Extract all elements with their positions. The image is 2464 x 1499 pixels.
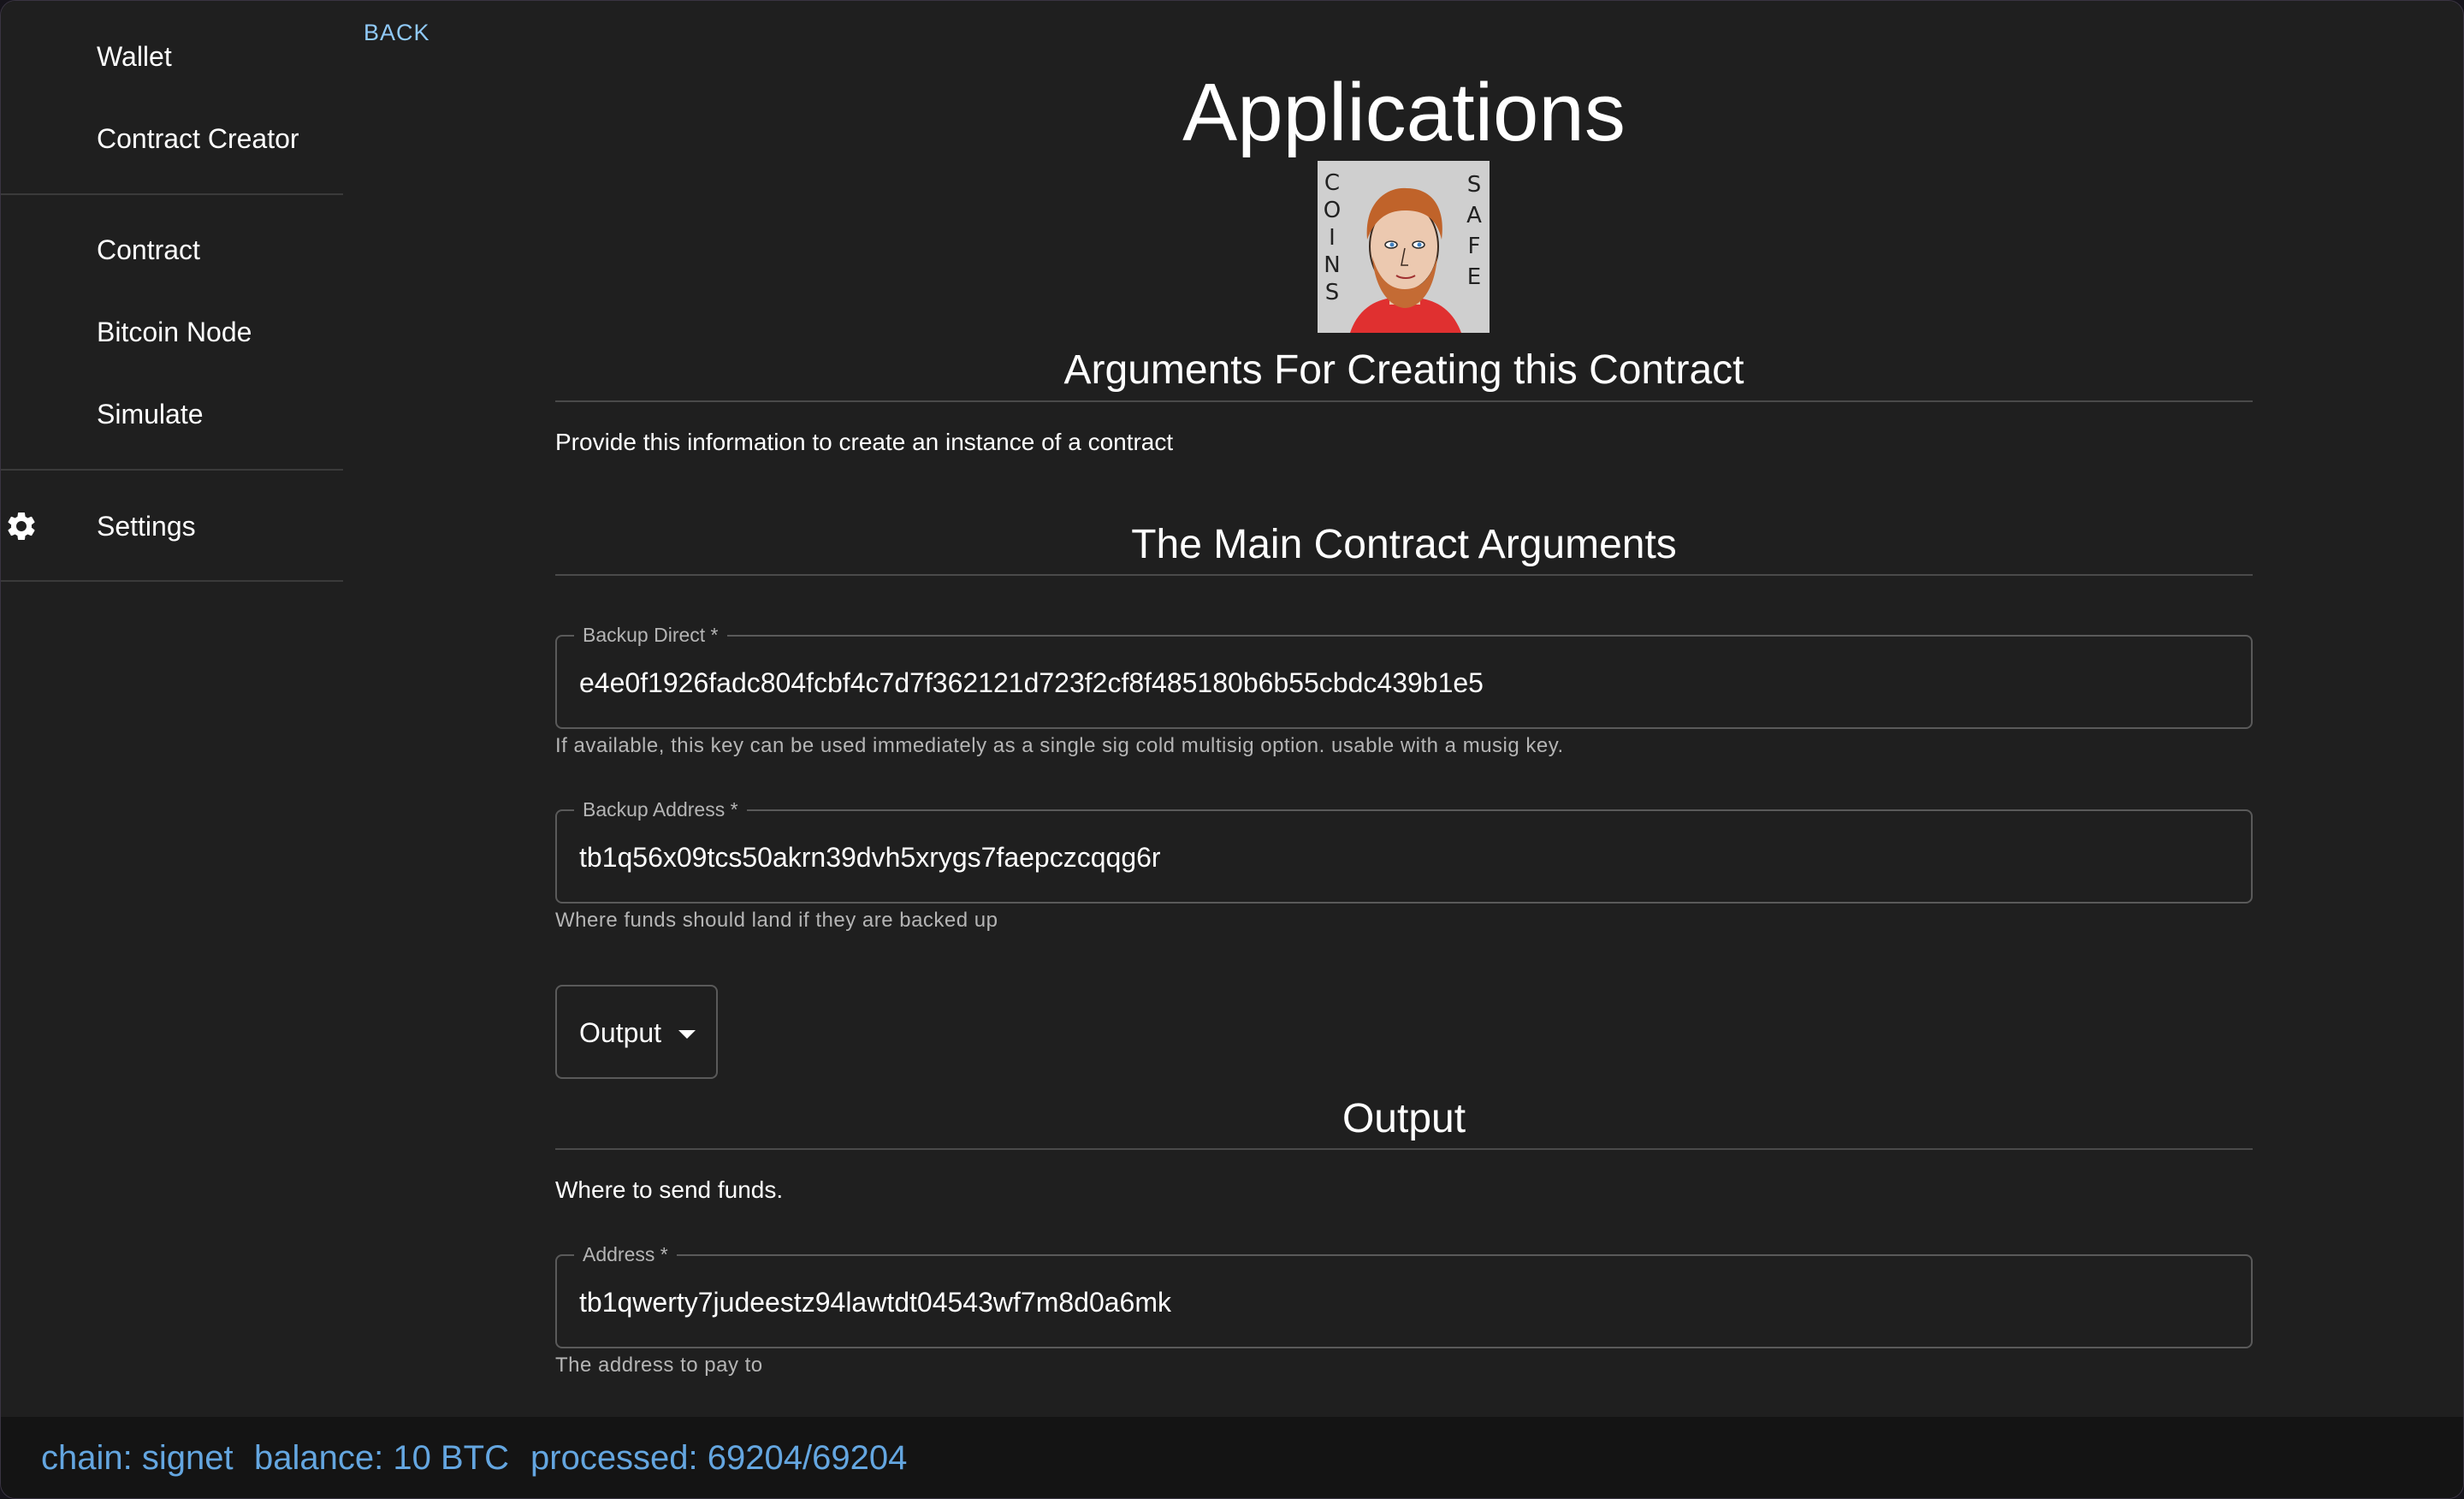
output-select[interactable]: Output — [555, 985, 718, 1079]
arguments-description: Provide this information to create an in… — [555, 429, 1174, 455]
app-window: Wallet Contract Creator Contract Bitcoin… — [0, 0, 2464, 1499]
sidebar: Wallet Contract Creator Contract Bitcoin… — [1, 1, 343, 1417]
sidebar-item-contract[interactable]: Contract — [97, 233, 200, 267]
page-title: Applications — [1182, 67, 1626, 158]
arguments-heading: Arguments For Creating this Contract — [1063, 347, 1744, 393]
backup-address-field[interactable]: Backup Address * — [555, 797, 2253, 904]
backup-direct-helper: If available, this key can be used immed… — [555, 734, 1564, 757]
output-heading: Output — [1342, 1096, 1466, 1141]
backup-address-label: Backup Address * — [574, 797, 747, 822]
backup-address-input[interactable] — [579, 840, 2205, 874]
balance-status: balance: 10 BTC — [254, 1439, 509, 1477]
sidebar-item-contract-creator[interactable]: Contract Creator — [97, 121, 299, 156]
address-input[interactable] — [579, 1285, 2205, 1319]
chain-status: chain: signet — [41, 1439, 234, 1477]
logo-right-text: S A F E — [1466, 172, 1482, 290]
sidebar-item-settings[interactable]: Settings — [97, 509, 196, 543]
back-link[interactable]: BACK — [364, 20, 430, 46]
backup-direct-label: Backup Direct * — [574, 622, 727, 648]
sidebar-item-simulate[interactable]: Simulate — [97, 397, 204, 431]
sidebar-item-wallet[interactable]: Wallet — [97, 39, 172, 74]
processed-status: processed: 69204/69204 — [530, 1439, 908, 1477]
main-args-heading: The Main Contract Arguments — [1131, 522, 1677, 567]
coins-safe-logo: C O I N S S A F E — [1318, 161, 1490, 333]
output-select-value: Output — [579, 1017, 662, 1048]
sidebar-divider — [1, 580, 343, 582]
address-field[interactable]: Address * — [555, 1241, 2253, 1348]
heading-divider — [555, 574, 2253, 576]
backup-address-helper: Where funds should land if they are back… — [555, 909, 998, 932]
address-label: Address * — [574, 1241, 677, 1267]
sidebar-divider — [1, 469, 343, 471]
sidebar-item-bitcoin-node[interactable]: Bitcoin Node — [97, 315, 252, 349]
output-description: Where to send funds. — [555, 1176, 784, 1203]
heading-divider — [555, 1148, 2253, 1150]
sidebar-divider — [1, 193, 343, 195]
backup-direct-field[interactable]: Backup Direct * — [555, 622, 2253, 729]
status-bar: chain: signet balance: 10 BTC processed:… — [1, 1417, 2463, 1498]
logo-left-text: C O I N S — [1323, 170, 1342, 305]
heading-divider — [555, 400, 2253, 402]
gear-icon[interactable] — [4, 509, 38, 543]
address-helper: The address to pay to — [555, 1354, 763, 1377]
caret-down-icon — [678, 1030, 696, 1039]
backup-direct-input[interactable] — [579, 666, 2205, 700]
